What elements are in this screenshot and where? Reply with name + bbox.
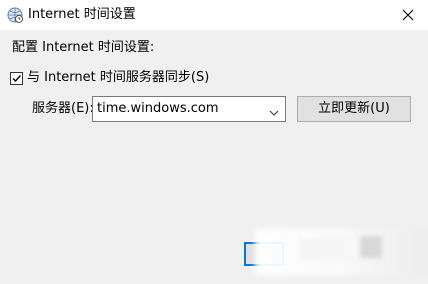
chevron-down-icon[interactable] <box>269 106 279 116</box>
internet-time-icon <box>6 6 24 24</box>
server-label: 服务器(E): <box>32 101 94 116</box>
server-combobox[interactable]: time.windows.com <box>92 96 286 122</box>
window-title: Internet 时间设置 <box>28 7 136 22</box>
server-value[interactable]: time.windows.com <box>97 101 219 117</box>
close-icon <box>402 9 414 21</box>
close-button[interactable] <box>388 0 428 30</box>
blurred-button <box>300 238 348 260</box>
title-bar: Internet 时间设置 <box>0 0 428 30</box>
blurred-button <box>360 236 382 258</box>
sync-checkbox-row[interactable]: 与 Internet 时间服务器同步(S) <box>10 70 209 86</box>
section-label: 配置 Internet 时间设置: <box>12 40 155 55</box>
sync-checkbox-label[interactable]: 与 Internet 时间服务器同步(S) <box>27 70 209 86</box>
sync-checkbox[interactable] <box>10 71 23 85</box>
update-now-button[interactable]: 立即更新(U) <box>297 96 411 122</box>
checkmark-icon <box>12 74 22 82</box>
